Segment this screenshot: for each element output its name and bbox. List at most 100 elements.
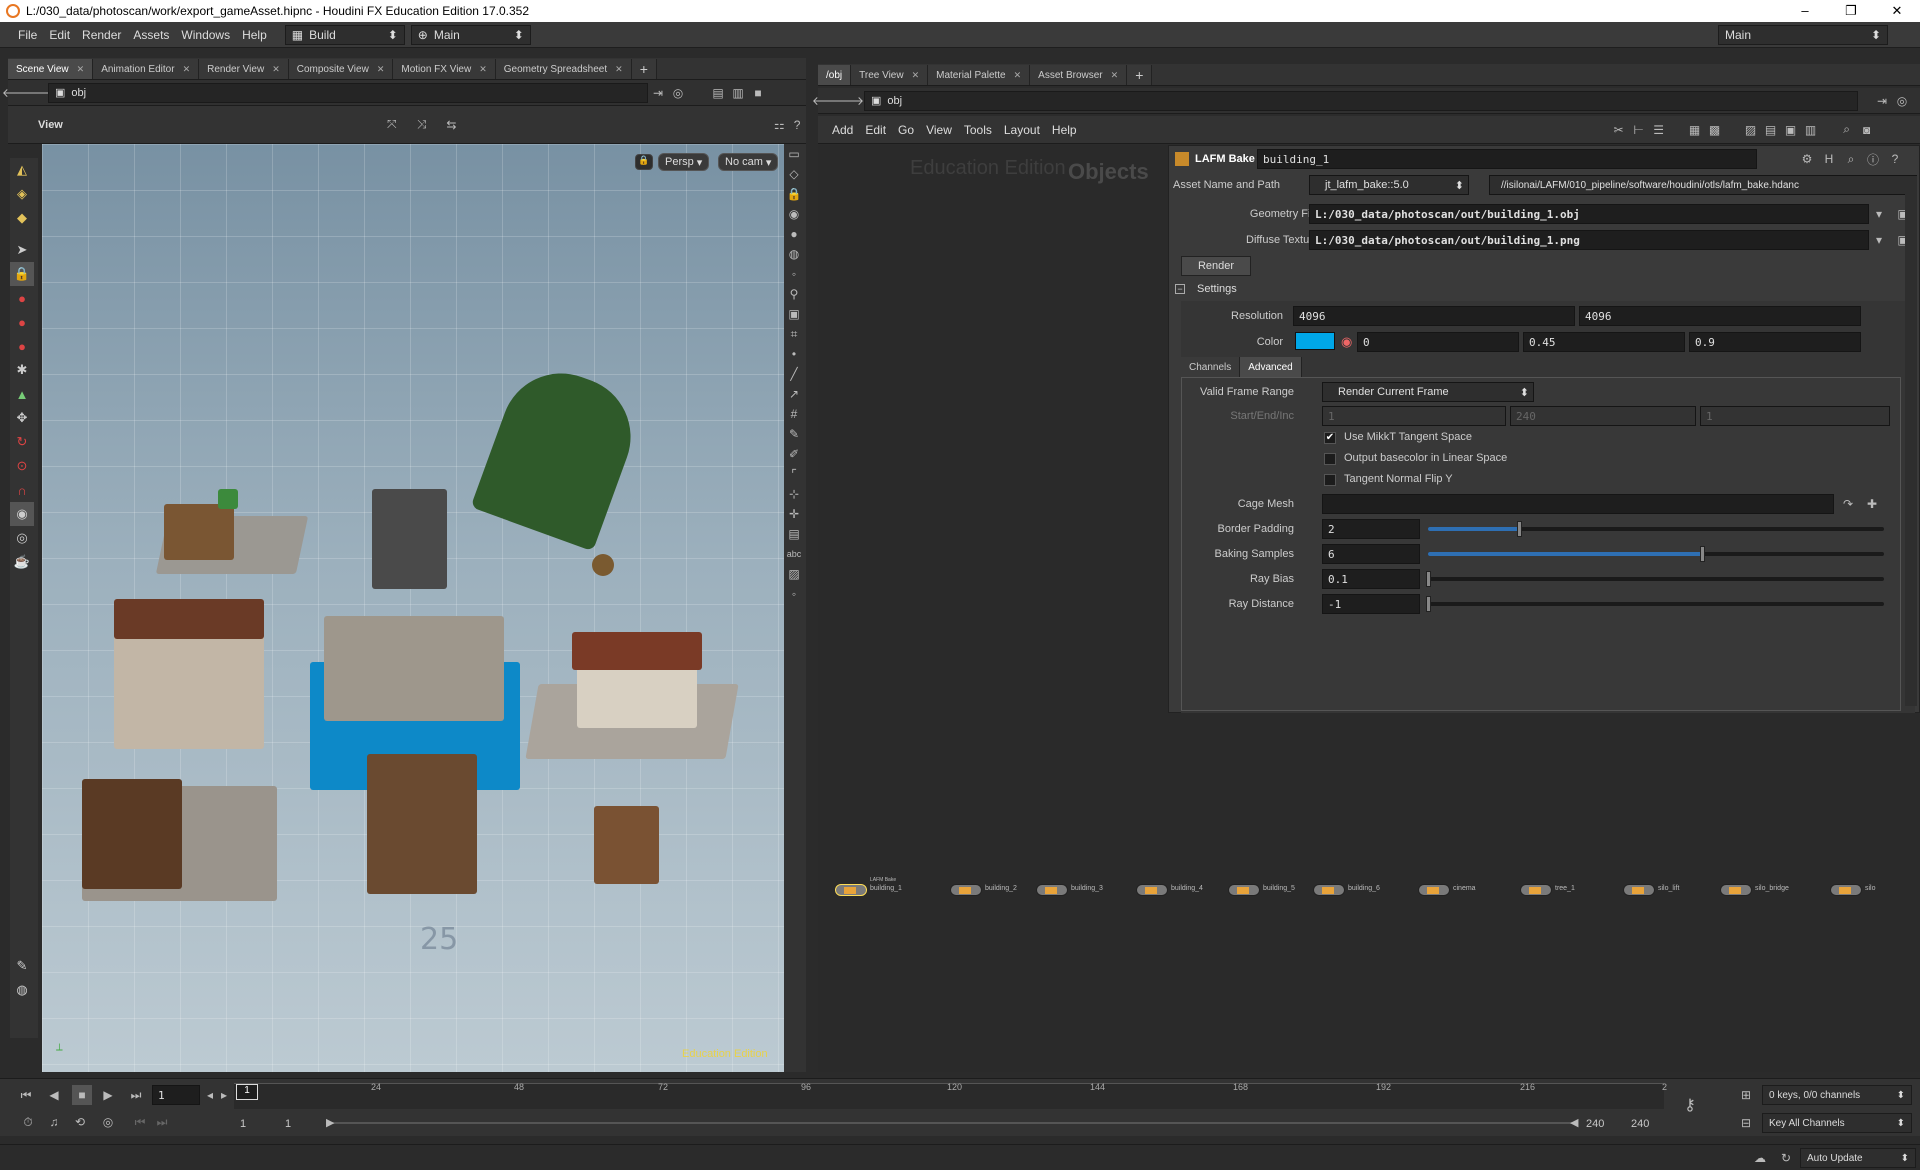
parameter-scrollbar[interactable] — [1905, 176, 1917, 706]
tab-asset-browser[interactable]: Asset Browser ✕ — [1030, 65, 1128, 85]
brush-icon[interactable]: ✐ — [784, 444, 804, 464]
play-icon[interactable]: ▶ — [98, 1085, 118, 1105]
baking-samples-slider[interactable] — [1428, 546, 1884, 562]
add-tab-button[interactable]: + — [1127, 65, 1153, 85]
net-menu-add[interactable]: Add — [826, 123, 859, 137]
gear-icon[interactable]: ⚙ — [1797, 149, 1817, 169]
light-icon[interactable]: ◍ — [784, 244, 804, 264]
lock-tool-icon[interactable]: 🔒 — [10, 262, 34, 286]
menu-windows[interactable]: Windows — [175, 28, 236, 42]
net-menu-view[interactable]: View — [920, 123, 958, 137]
bulb-icon[interactable]: ◦ — [784, 264, 804, 284]
handle-icon[interactable]: ⊹ — [784, 484, 804, 504]
handle-tool-icon[interactable]: ∩ — [10, 478, 34, 502]
image-icon[interactable]: ▨ — [784, 564, 804, 584]
grid-view-icon[interactable]: ▦ — [1685, 120, 1705, 140]
cage-mesh-field[interactable] — [1322, 494, 1834, 514]
tab-scene-view[interactable]: Scene View ✕ — [8, 59, 94, 79]
table-view-icon[interactable]: ▩ — [1705, 120, 1725, 140]
color-swatch[interactable] — [1295, 332, 1335, 350]
render-button[interactable]: Render — [1181, 256, 1251, 276]
node-building-1[interactable] — [835, 884, 867, 896]
snap-grid-icon[interactable]: ⌗ — [784, 324, 804, 344]
shelf-set-dropdown[interactable]: ▦ Build ⬍ — [284, 24, 405, 45]
snap-icon[interactable]: ⤨ — [413, 115, 431, 135]
tab-advanced[interactable]: Advanced — [1240, 357, 1302, 377]
camera-icon[interactable]: ▣ — [784, 304, 804, 324]
timeline-track[interactable]: 1 24 48 72 96 120 144 168 192 216 2 — [234, 1082, 1667, 1109]
ray-distance-slider-handle[interactable] — [1426, 596, 1431, 612]
add-tab-button[interactable]: + — [631, 59, 657, 79]
node-silo-bridge[interactable] — [1720, 884, 1752, 896]
normal-icon[interactable]: ↗ — [784, 384, 804, 404]
menu-edit[interactable]: Edit — [43, 28, 76, 42]
node-tree-1[interactable] — [1520, 884, 1552, 896]
diffuse-texture-field[interactable]: L:/030_data/photoscan/out/building_1.png — [1309, 230, 1869, 250]
range-slider[interactable] — [326, 1122, 1576, 1124]
audio-icon[interactable]: ♫ — [44, 1112, 64, 1132]
net-menu-go[interactable]: Go — [892, 123, 920, 137]
text-icon[interactable]: abc — [784, 544, 804, 564]
resolution-y-field[interactable]: 4096 — [1579, 306, 1861, 326]
node-building-2[interactable] — [950, 884, 982, 896]
loop-icon[interactable]: ⟲ — [70, 1112, 90, 1132]
tree-icon[interactable]: ⊢ — [1629, 120, 1649, 140]
border-padding-slider[interactable] — [1428, 521, 1884, 537]
tab-render-view[interactable]: Render View ✕ — [199, 59, 289, 79]
net-menu-edit[interactable]: Edit — [859, 123, 892, 137]
search-icon[interactable]: ⌕ — [1841, 149, 1861, 169]
ray-bias-field[interactable]: 0.1 — [1322, 569, 1420, 589]
jump-icon[interactable]: ↷ — [1838, 494, 1858, 514]
rig-tool-icon[interactable]: ▲ — [10, 382, 34, 406]
light-tool-icon[interactable]: ◭ — [10, 158, 34, 182]
refresh-icon[interactable]: ↻ — [1776, 1148, 1796, 1168]
tab-composite-view[interactable]: Composite View ✕ — [288, 59, 394, 79]
range-end-icon[interactable]: ⏭ — [152, 1112, 172, 1132]
collapse-icon[interactable]: − — [1175, 284, 1185, 294]
tab-geometry-spreadsheet[interactable]: Geometry Spreadsheet ✕ — [495, 59, 632, 79]
ray-bias-slider[interactable] — [1426, 571, 1884, 587]
right-path-field[interactable]: ▣ obj — [864, 90, 1858, 111]
vertex-icon[interactable]: • — [784, 344, 804, 364]
search-icon[interactable]: ⌕ — [1837, 120, 1857, 140]
ray-bias-slider-handle[interactable] — [1426, 571, 1431, 587]
geometry-file-field[interactable]: L:/030_data/photoscan/out/building_1.obj — [1309, 204, 1869, 224]
node-building-3[interactable] — [1036, 884, 1068, 896]
ghost-icon[interactable]: ◉ — [784, 204, 804, 224]
global-icon[interactable]: ◎ — [98, 1112, 118, 1132]
color-b-field[interactable]: 0.9 — [1689, 332, 1861, 352]
select-mode-icon[interactable]: ⤧ — [383, 115, 401, 135]
view-tool-icon[interactable]: ◉ — [10, 502, 34, 526]
info-icon[interactable]: ⓘ — [1863, 149, 1883, 169]
layout-icon[interactable]: ⚏ — [770, 115, 788, 135]
menu-render[interactable]: Render — [76, 28, 127, 42]
node-chooser-icon[interactable]: ✚ — [1862, 494, 1882, 514]
tab-animation-editor[interactable]: Animation Editor ✕ — [93, 59, 200, 79]
border-padding-field[interactable]: 2 — [1322, 519, 1420, 539]
pose-tool-icon[interactable]: ✱ — [10, 358, 34, 382]
pin-icon[interactable]: ⇥ — [1872, 91, 1892, 111]
pin-icon[interactable]: ⇥ — [648, 83, 668, 103]
forward-icon[interactable]: 🡒 — [832, 91, 864, 111]
play-reverse-icon[interactable]: ◀ — [44, 1085, 64, 1105]
background-icon[interactable]: ▤ — [784, 524, 804, 544]
env-light-icon[interactable]: ⚲ — [784, 284, 804, 304]
current-frame-field[interactable]: 1 — [152, 1085, 200, 1105]
key-all-dropdown[interactable]: Key All Channels ⬍ — [1762, 1113, 1912, 1133]
globe-tool-icon[interactable]: ◍ — [10, 978, 34, 1002]
node-silo-lift[interactable] — [1623, 884, 1655, 896]
shading-icon[interactable]: ● — [784, 224, 804, 244]
color-r-field[interactable]: 0 — [1357, 332, 1519, 352]
channel-icon[interactable]: ⊞ — [1736, 1085, 1756, 1105]
scale-tool-icon[interactable]: ⊙ — [10, 454, 34, 478]
chevron-down-icon[interactable]: ▾ — [1869, 204, 1889, 224]
magnet-tool-icon[interactable]: ● — [10, 286, 34, 310]
asset-path-field[interactable]: //isilonai/LAFM/010_pipeline/software/ho… — [1489, 175, 1917, 195]
pivot-icon[interactable]: ✛ — [784, 504, 804, 524]
camera-tool-icon[interactable]: ◈ — [10, 182, 34, 206]
transform-tool-icon[interactable]: ✥ — [10, 406, 34, 430]
transform-icon[interactable]: ⇆ — [443, 115, 461, 135]
border-padding-slider-handle[interactable] — [1517, 521, 1523, 537]
paint-tool-icon[interactable]: ● — [10, 310, 34, 334]
lock-icon[interactable]: 🔒 — [784, 184, 804, 204]
